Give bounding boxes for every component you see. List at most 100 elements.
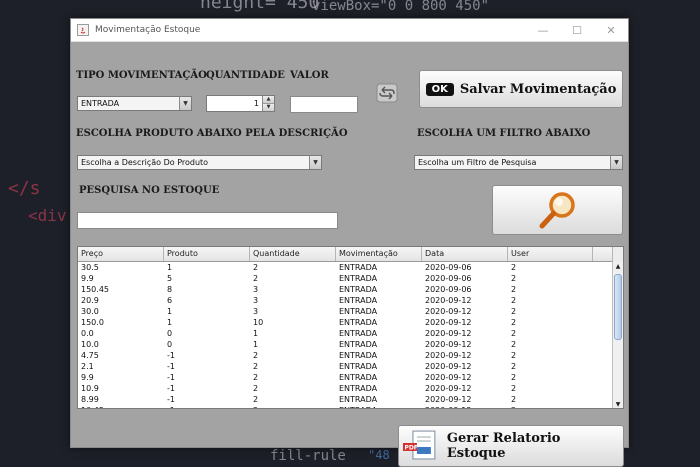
table-row[interactable]: 30.5 1 2 ENTRADA 2020-09-06 2 [78, 262, 623, 273]
filtro-select[interactable]: Escolha um Filtro de Pesquisa ▼ [414, 155, 623, 170]
table-row[interactable]: 4.75 -1 2 ENTRADA 2020-09-12 2 [78, 350, 623, 361]
table-cell: 1 [167, 263, 173, 272]
column-header[interactable]: User [508, 247, 593, 261]
table-cell: 20.9 [81, 296, 99, 305]
table-row[interactable]: 10.0 0 1 ENTRADA 2020-09-12 2 [78, 339, 623, 350]
table-row[interactable]: 30.0 1 3 ENTRADA 2020-09-12 2 [78, 306, 623, 317]
table-row[interactable]: 0.0 0 1 ENTRADA 2020-09-12 2 [78, 328, 623, 339]
table-cell: 2 [253, 351, 259, 360]
pdf-report-icon: PDF [402, 430, 436, 460]
table-cell: 6 [167, 296, 173, 305]
bg-code-line: height="450" [200, 0, 331, 13]
gerar-relatorio-button[interactable]: PDF Gerar Relatorio Estoque [398, 425, 624, 467]
table-cell: 2 [511, 340, 517, 349]
quantidade-stepper[interactable]: 1 ▲ ▼ [206, 95, 275, 112]
table-cell: 3 [253, 296, 259, 305]
escolha-produto-label: ESCOLHA PRODUTO ABAIXO PELA DESCRIÇÃO [76, 128, 348, 139]
table-cell: 2 [511, 373, 517, 382]
bg-code-line: </s [8, 178, 41, 199]
table-cell: 2020-09-12 [425, 329, 472, 338]
table-cell: -1 [167, 373, 175, 382]
chevron-down-icon[interactable]: ▼ [309, 156, 321, 169]
table-cell: 2020-09-12 [425, 307, 472, 316]
table-cell: 2.1 [81, 362, 94, 371]
table-cell: 150.0 [81, 318, 104, 327]
bg-code-line: "48 [368, 448, 390, 462]
close-button[interactable]: ✕ [594, 19, 628, 41]
table-cell: 2 [253, 274, 259, 283]
table-cell: ENTRADA [339, 340, 378, 349]
bg-code-line: fill-rule [270, 448, 346, 464]
window-controls: — ☐ ✕ [526, 19, 628, 41]
column-header[interactable]: Preço [78, 247, 164, 261]
table-row[interactable]: 150.0 1 10 ENTRADA 2020-09-12 2 [78, 317, 623, 328]
table-cell: 3 [253, 307, 259, 316]
table-cell: 2 [511, 318, 517, 327]
scrollbar-thumb[interactable] [614, 274, 622, 340]
form-content: TIPO MOVIMENTAÇÃO QUANTIDADE VALOR ENTRA… [71, 42, 628, 467]
pesquisa-input[interactable] [77, 212, 338, 229]
salvar-movimentacao-label: Salvar Movimentação [459, 81, 617, 97]
table-cell: ENTRADA [336, 405, 422, 408]
maximize-button[interactable]: ☐ [560, 19, 594, 41]
chevron-down-icon[interactable]: ▼ [179, 97, 191, 110]
table-cell: 2 [508, 405, 593, 408]
salvar-movimentacao-button[interactable]: OK Salvar Movimentação [419, 70, 623, 108]
tipo-movimentacao-select[interactable]: ENTRADA ▼ [77, 96, 192, 111]
search-button[interactable] [492, 185, 623, 235]
table-cell: 2 [253, 362, 259, 371]
table-cell: ENTRADA [339, 373, 378, 382]
table-row[interactable]: 9.9 -1 2 ENTRADA 2020-09-12 2 [78, 372, 623, 383]
title-bar: Movimentação Estoque — ☐ ✕ [71, 19, 628, 42]
table-row[interactable]: 150.45 8 3 ENTRADA 2020-09-06 2 [78, 284, 623, 295]
magnifier-icon [539, 192, 575, 229]
table-cell: ENTRADA [339, 307, 378, 316]
table-cell: 2 [511, 307, 517, 316]
scroll-down-icon[interactable]: ▼ [613, 400, 623, 408]
table-row[interactable]: 8.99 -1 2 ENTRADA 2020-09-12 2 [78, 394, 623, 405]
produto-select[interactable]: Escolha a Descrição Do Produto ▼ [77, 155, 322, 170]
column-header[interactable]: Data [422, 247, 508, 261]
table-cell: 2 [511, 263, 517, 272]
quantidade-value: 1 [253, 99, 259, 108]
table-row[interactable]: 10.9 -1 2 ENTRADA 2020-09-12 2 [78, 383, 623, 394]
movimentacao-window: Movimentação Estoque — ☐ ✕ TIPO MOVIMENT… [70, 18, 629, 467]
table-scrollbar[interactable]: ▲ ▼ [612, 262, 623, 408]
table-cell: ENTRADA [339, 362, 378, 371]
stepper-down-icon[interactable]: ▼ [263, 103, 274, 111]
valor-input[interactable] [290, 96, 358, 113]
tipo-movimentacao-value: ENTRADA [81, 99, 120, 108]
table-cell: 2020-09-06 [425, 263, 472, 272]
svg-text:PDF: PDF [404, 444, 417, 451]
bg-code-line: <div [28, 206, 67, 225]
column-header[interactable]: Produto [164, 247, 250, 261]
table-cell: 2 [250, 405, 336, 408]
table-cell: -1 [167, 351, 175, 360]
ok-badge: OK [425, 82, 454, 96]
stepper-up-icon[interactable]: ▲ [263, 96, 274, 103]
table-row[interactable]: 2.1 -1 2 ENTRADA 2020-09-12 2 [78, 361, 623, 372]
column-header[interactable]: Quantidade [250, 247, 336, 261]
table-cell: ENTRADA [339, 285, 378, 294]
minimize-button[interactable]: — [526, 19, 560, 41]
column-header[interactable]: Movimentação [336, 247, 422, 261]
table-cell: 2 [511, 362, 517, 371]
window-title: Movimentação Estoque [95, 25, 201, 35]
stepper-buttons: ▲ ▼ [262, 96, 274, 111]
table-cell: ENTRADA [339, 263, 378, 272]
scroll-up-icon[interactable]: ▲ [613, 262, 623, 272]
java-app-icon [77, 24, 89, 36]
table-cell: 2020-09-12 [425, 362, 472, 371]
table-cell: ENTRADA [339, 351, 378, 360]
table-cell: ENTRADA [339, 384, 378, 393]
undo-arrow-icon[interactable] [376, 83, 398, 103]
chevron-down-icon[interactable]: ▼ [610, 156, 622, 169]
table-cell: 2020-09-06 [425, 274, 472, 283]
table-row[interactable]: 20.9 6 3 ENTRADA 2020-09-12 2 [78, 295, 623, 306]
table-row[interactable]: 9.9 5 2 ENTRADA 2020-09-06 2 [78, 273, 623, 284]
table-row[interactable]: 10.45-12ENTRADA2020-09-122 [78, 405, 623, 408]
table-cell: 2 [253, 263, 259, 272]
table-cell: 150.45 [81, 285, 109, 294]
table-cell: 2 [511, 329, 517, 338]
produto-select-value: Escolha a Descrição Do Produto [81, 158, 209, 167]
